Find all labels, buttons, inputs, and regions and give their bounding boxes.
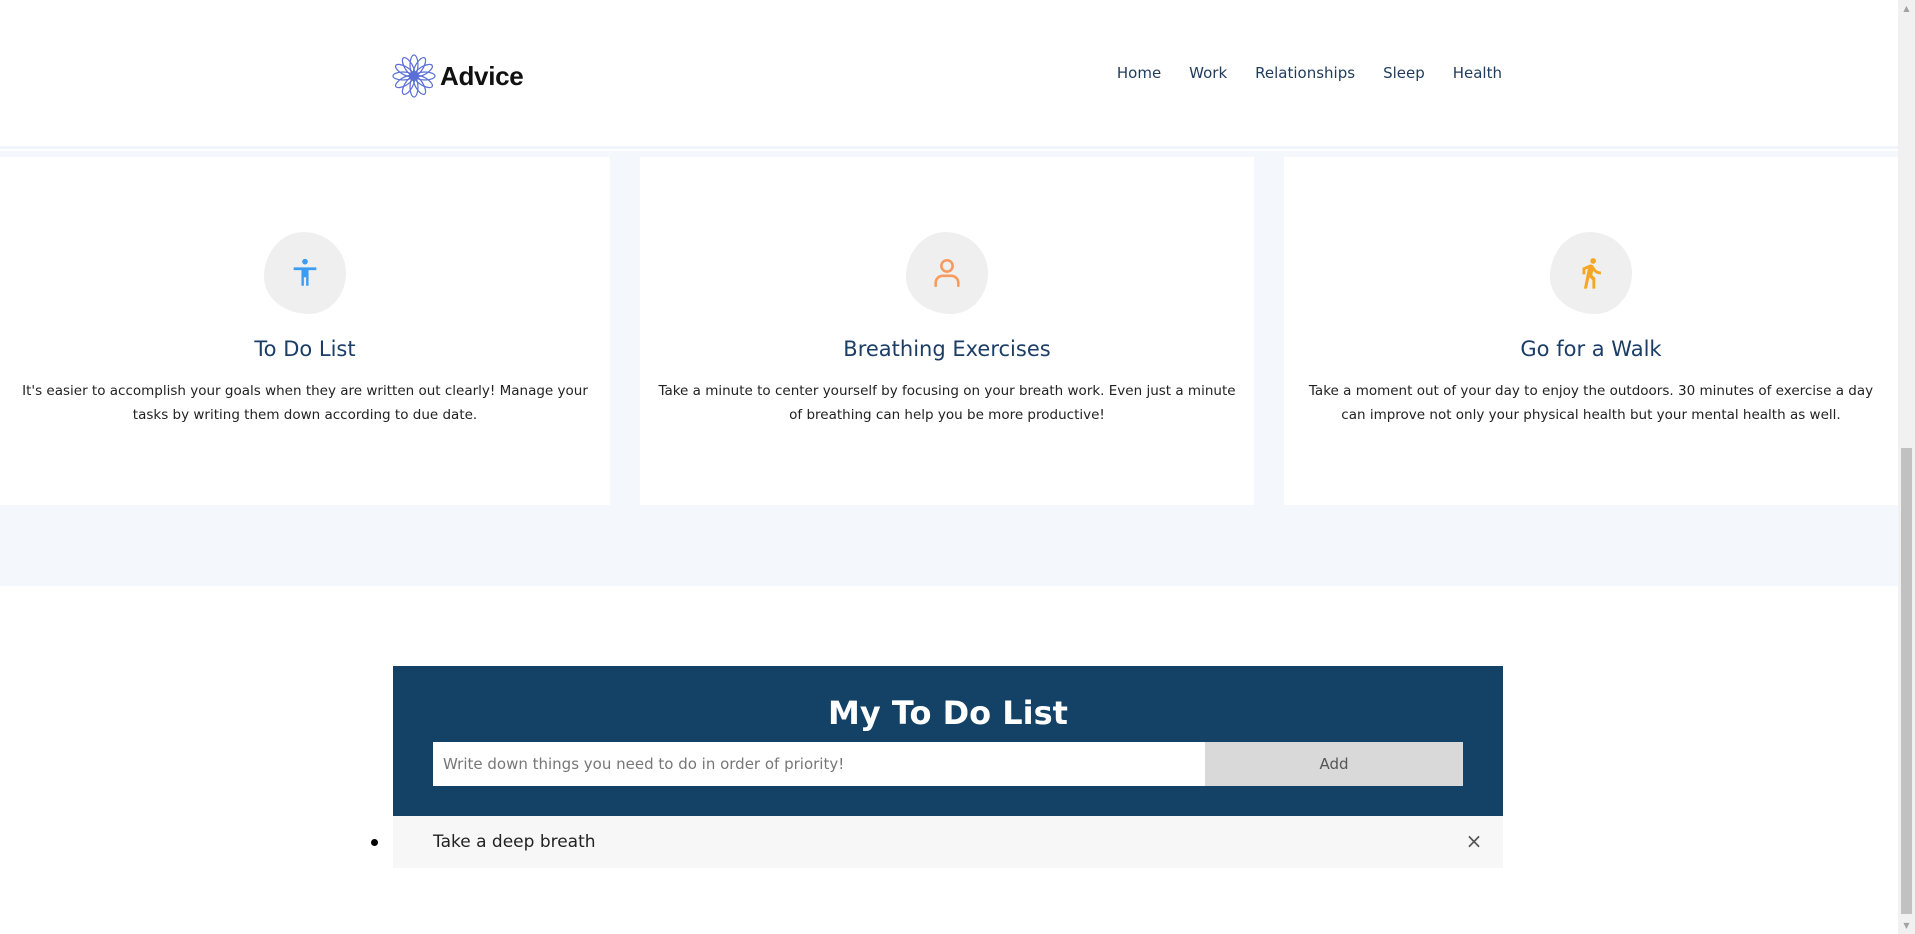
feature-title: Go for a Walk <box>1520 337 1662 361</box>
todo-item[interactable]: Take a deep breath × <box>371 816 1503 868</box>
todo-input[interactable] <box>433 742 1205 786</box>
logo[interactable]: Advice <box>392 54 524 98</box>
nav-work[interactable]: Work <box>1189 64 1227 82</box>
feature-description: Take a minute to center yourself by focu… <box>658 383 1236 423</box>
feature-card-walk: Go for a Walk Take a moment out of your … <box>1284 157 1898 505</box>
todo-panel: My To Do List Add <box>393 666 1503 816</box>
walking-icon <box>1582 258 1601 289</box>
site-header: Advice Home Work Relationships Sleep Hea… <box>0 0 1898 149</box>
feature-title: To Do List <box>254 337 356 361</box>
feature-description: Take a moment out of your day to enjoy t… <box>1308 383 1874 423</box>
icon-blob <box>906 232 988 314</box>
scrollbar-thumb[interactable] <box>1901 448 1912 914</box>
nav-relationships[interactable]: Relationships <box>1255 64 1355 82</box>
vertical-scrollbar[interactable]: ▲ ▼ <box>1898 0 1915 934</box>
icon-blob <box>1550 232 1632 314</box>
feature-card-todo: To Do List It's easier to accomplish you… <box>0 157 610 505</box>
bullet-icon <box>371 839 378 846</box>
add-button[interactable]: Add <box>1205 742 1463 786</box>
feature-description: It's easier to accomplish your goals whe… <box>22 383 588 423</box>
feature-title: Breathing Exercises <box>843 337 1051 361</box>
todo-list: Take a deep breath × <box>371 816 1503 868</box>
nav-home[interactable]: Home <box>1117 64 1161 82</box>
feature-card-breathing: Breathing Exercises Take a minute to cen… <box>640 157 1254 505</box>
nav-sleep[interactable]: Sleep <box>1383 64 1425 82</box>
accessibility-icon <box>293 258 317 286</box>
flower-logo-icon <box>392 54 436 98</box>
scroll-down-arrow-icon[interactable]: ▼ <box>1898 917 1915 934</box>
icon-blob <box>264 232 346 314</box>
todo-item-text: Take a deep breath <box>433 832 596 852</box>
nav-health[interactable]: Health <box>1453 64 1502 82</box>
person-icon <box>934 258 960 288</box>
scroll-up-arrow-icon[interactable]: ▲ <box>1898 0 1915 17</box>
logo-text: Advice <box>440 60 524 91</box>
main-nav: Home Work Relationships Sleep Health <box>1117 64 1502 82</box>
todo-title: My To Do List <box>828 694 1068 732</box>
close-icon[interactable]: × <box>1463 830 1485 852</box>
